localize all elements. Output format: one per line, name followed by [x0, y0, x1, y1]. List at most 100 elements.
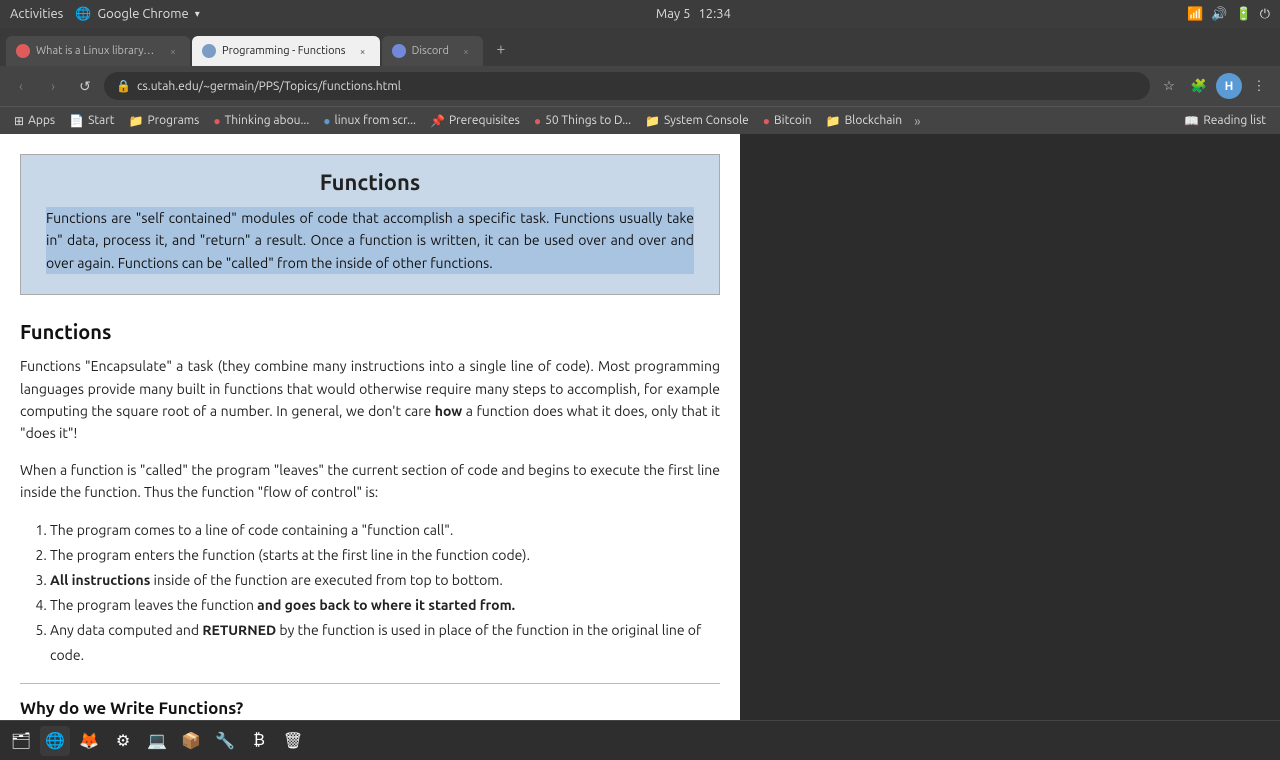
time-label: 12:34	[698, 7, 731, 21]
bookmark-prereqs[interactable]: 📌 Prerequisites	[424, 112, 526, 130]
bookmark-50things[interactable]: ● 50 Things to D...	[528, 112, 637, 130]
reading-list-label: Reading list	[1203, 114, 1266, 127]
battery-icon: 🔋	[1236, 7, 1252, 22]
os-topbar-center: May 5 12:34	[656, 7, 731, 21]
bookmark-sysconsole-icon: 📁	[645, 114, 660, 128]
tab-linux-close[interactable]: ×	[166, 44, 180, 58]
bookmark-blockchain-label: Blockchain	[845, 114, 903, 127]
reading-list-icon: 📖	[1184, 114, 1199, 128]
os-topbar-right: 📶 🔊 🔋 ⏻	[1187, 7, 1270, 22]
content-header-box: Functions Functions are "self contained"…	[20, 154, 720, 295]
forward-button[interactable]: ›	[40, 73, 66, 99]
para2: When a function is "called" the program …	[20, 459, 720, 504]
bookmark-50things-icon: ●	[534, 114, 541, 128]
bookmark-thinking[interactable]: ● Thinking abou...	[207, 112, 315, 130]
taskbar-firefox-icon[interactable]: 🦊	[74, 726, 104, 756]
content-body: Functions Functions "Encapsulate" a task…	[0, 310, 740, 720]
bookmark-50things-label: 50 Things to D...	[545, 114, 631, 127]
bookmark-blockchain[interactable]: 📁 Blockchain	[820, 112, 909, 130]
profile-button[interactable]: H	[1216, 73, 1242, 99]
app-dropdown-icon[interactable]: ▾	[195, 8, 200, 20]
tab-icon-discord	[392, 44, 406, 58]
bold-returned: RETURNED	[202, 622, 276, 638]
list-item-2: The program enters the function (starts …	[50, 543, 720, 568]
bookmark-apps-label: Apps	[28, 114, 55, 127]
list-item-3: All instructions inside of the function …	[50, 568, 720, 593]
taskbar-terminal-icon[interactable]: 💻	[142, 726, 172, 756]
tab-linux-label: What is a Linux library? : l...	[36, 45, 156, 57]
tab-prog-label: Programming - Functions	[222, 45, 346, 57]
bookmark-programs-label: Programs	[147, 114, 199, 127]
bookmark-linux-icon: ●	[323, 114, 330, 128]
taskbar-settings-icon[interactable]: ⚙	[108, 726, 138, 756]
activities-label[interactable]: Activities	[10, 7, 63, 21]
star-button[interactable]: ☆	[1156, 73, 1182, 99]
tab-prog-close[interactable]: ×	[356, 44, 370, 58]
para1: Functions "Encapsulate" a task (they com…	[20, 355, 720, 445]
address-bar[interactable]: 🔒 cs.utah.edu/~germain/PPS/Topics/functi…	[104, 72, 1150, 100]
bookmark-programs-icon: 📁	[129, 114, 144, 128]
menu-button[interactable]: ⋮	[1246, 73, 1272, 99]
taskbar-files-icon[interactable]: 🗂	[6, 726, 36, 756]
taskbar: 🗂 🌐 🦊 ⚙ 💻 📦 🔧 ₿ 🗑	[0, 720, 1280, 760]
nav-bar: ‹ › ↺ 🔒 cs.utah.edu/~germain/PPS/Topics/…	[0, 66, 1280, 106]
back-button[interactable]: ‹	[8, 73, 34, 99]
flow-list: The program comes to a line of code cont…	[20, 518, 720, 669]
reading-list-button[interactable]: 📖 Reading list	[1178, 112, 1272, 130]
tab-discord-close[interactable]: ×	[459, 44, 473, 58]
bookmark-bitcoin[interactable]: ● Bitcoin	[757, 112, 818, 130]
summary-highlighted: Functions are "self contained" modules o…	[46, 207, 694, 274]
bookmark-blockchain-icon: 📁	[826, 114, 841, 128]
bookmark-apps[interactable]: ⊞ Apps	[8, 112, 61, 130]
tab-discord-label: Discord	[412, 45, 449, 57]
bookmark-programs[interactable]: 📁 Programs	[123, 112, 206, 130]
right-panel	[740, 134, 1280, 720]
bookmark-bitcoin-icon: ●	[763, 114, 770, 128]
secure-icon: 🔒	[116, 79, 131, 93]
taskbar-trash-icon[interactable]: 🗑	[278, 726, 308, 756]
bold-goes-back: and goes back to where it started from.	[257, 597, 515, 613]
nav-actions: ☆ 🧩 H ⋮	[1156, 73, 1272, 99]
taskbar-apps-icon[interactable]: 📦	[176, 726, 206, 756]
bookmark-thinking-label: Thinking abou...	[225, 114, 310, 127]
bookmark-sysconsole-label: System Console	[664, 114, 749, 127]
tab-linux-library[interactable]: What is a Linux library? : l... ×	[6, 36, 190, 66]
os-topbar-left: Activities 🌐 Google Chrome ▾	[10, 7, 200, 22]
bookmark-linux-scr[interactable]: ● linux from scr...	[317, 112, 422, 130]
tab-icon-linux	[16, 44, 30, 58]
date-label: May 5	[656, 7, 691, 21]
url-display: cs.utah.edu/~germain/PPS/Topics/function…	[137, 80, 1138, 93]
tab-discord[interactable]: Discord ×	[382, 36, 483, 66]
page-title: Functions	[46, 170, 694, 195]
app-icon: 🌐	[75, 7, 91, 22]
bookmark-apps-icon: ⊞	[14, 114, 24, 128]
app-name-label: Google Chrome	[98, 7, 189, 21]
main-content: Functions Functions are "self contained"…	[0, 134, 740, 720]
list-item-5: Any data computed and RETURNED by the fu…	[50, 618, 720, 668]
bookmark-sysconsole[interactable]: 📁 System Console	[639, 112, 755, 130]
bookmark-prereqs-label: Prerequisites	[449, 114, 520, 127]
bookmarks-more-button[interactable]: »	[910, 111, 925, 131]
taskbar-unknown-icon[interactable]: 🔧	[210, 726, 240, 756]
bookmark-start-label: Start	[88, 114, 114, 127]
bookmark-prereqs-icon: 📌	[430, 114, 445, 128]
extensions-button[interactable]: 🧩	[1186, 73, 1212, 99]
bookmark-start[interactable]: 📄 Start	[63, 112, 120, 130]
bookmark-thinking-icon: ●	[213, 114, 220, 128]
bookmark-linux-scr-label: linux from scr...	[335, 114, 416, 127]
bookmarks-bar: ⊞ Apps 📄 Start 📁 Programs ● Thinking abo…	[0, 106, 1280, 134]
bookmark-start-icon: 📄	[69, 114, 84, 128]
bold-how: how	[435, 403, 462, 419]
power-icon[interactable]: ⏻	[1260, 7, 1270, 22]
new-tab-button[interactable]: +	[489, 37, 513, 61]
reload-button[interactable]: ↺	[72, 73, 98, 99]
taskbar-bitcoin-icon[interactable]: ₿	[244, 726, 274, 756]
list-item-1: The program comes to a line of code cont…	[50, 518, 720, 543]
browser-window: What is a Linux library? : l... × Progra…	[0, 28, 1280, 720]
tab-bar: What is a Linux library? : l... × Progra…	[0, 28, 1280, 66]
taskbar-chrome-icon[interactable]: 🌐	[40, 726, 70, 756]
page-area: Functions Functions are "self contained"…	[0, 134, 1280, 720]
tab-programming-functions[interactable]: Programming - Functions ×	[192, 36, 380, 66]
list-item-4: The program leaves the function and goes…	[50, 593, 720, 618]
os-topbar: Activities 🌐 Google Chrome ▾ May 5 12:34…	[0, 0, 1280, 28]
